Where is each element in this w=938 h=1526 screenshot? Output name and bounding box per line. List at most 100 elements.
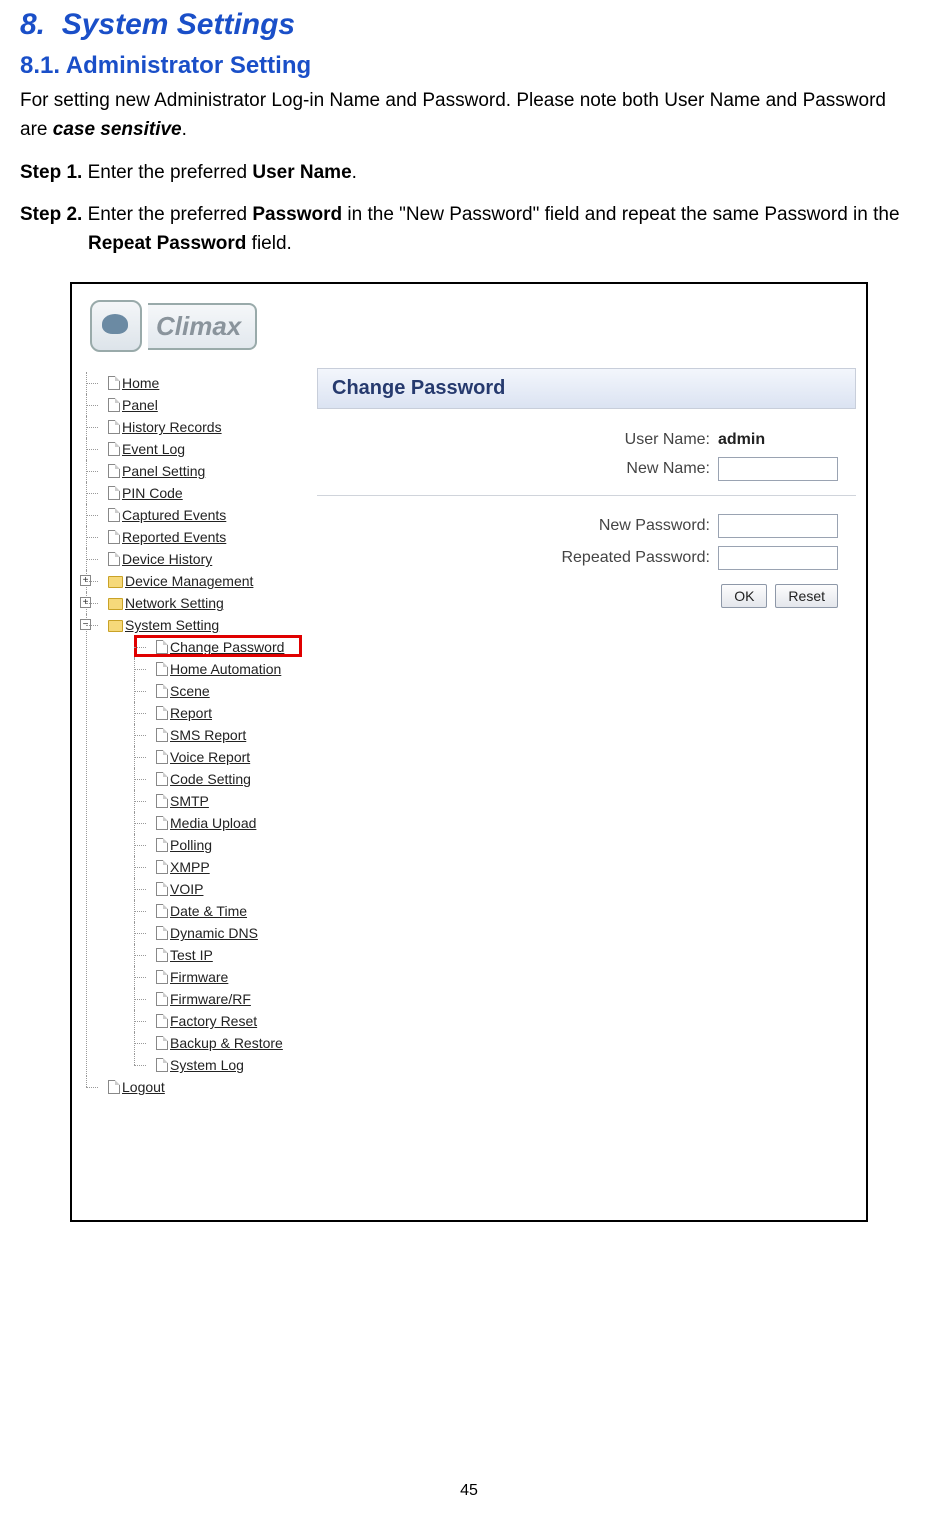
nav-home-automation-label: Home Automation [170,661,281,677]
nav-dynamic-dns[interactable]: Dynamic DNS [108,922,317,944]
step-2-label: Step 2. [20,204,82,225]
new-name-input[interactable] [718,457,838,481]
nav-xmpp[interactable]: XMPP [108,856,317,878]
nav-factory-reset[interactable]: Factory Reset [108,1010,317,1032]
nav-smtp-label: SMTP [170,793,209,809]
nav-system-log[interactable]: System Log [108,1054,317,1076]
file-icon [156,926,168,940]
nav-pin-code-label: PIN Code [122,485,183,501]
step-2-text-a: Enter the preferred [82,204,252,225]
nav-system-setting[interactable]: −System Setting Change Password Home Aut… [80,614,317,1076]
file-icon [156,794,168,808]
title-number: 8. [20,8,45,41]
nav-test-ip[interactable]: Test IP [108,944,317,966]
nav-firmware-label: Firmware [170,969,228,985]
file-icon [156,816,168,830]
file-icon [156,904,168,918]
nav-report-label: Report [170,705,212,721]
file-icon [156,838,168,852]
nav-polling-label: Polling [170,837,212,853]
nav-media-upload[interactable]: Media Upload [108,812,317,834]
expander-plus-icon[interactable]: + [80,575,91,586]
nav-test-ip-label: Test IP [170,947,213,963]
nav-dynamic-dns-label: Dynamic DNS [170,925,258,941]
nav-smtp[interactable]: SMTP [108,790,317,812]
expander-minus-icon[interactable]: − [80,619,91,630]
nav-logout[interactable]: Logout [80,1076,317,1098]
nav-change-password[interactable]: Change Password [108,636,317,658]
nav-change-password-label: Change Password [170,639,284,655]
file-icon [156,640,168,654]
nav-device-history-label: Device History [122,551,212,567]
nav-logout-label: Logout [122,1079,165,1095]
nav-home-automation[interactable]: Home Automation [108,658,317,680]
nav-scene-label: Scene [170,683,210,699]
expander-plus-icon[interactable]: + [80,597,91,608]
user-name-value: admin [718,431,838,449]
file-icon [156,948,168,962]
nav-panel-label: Panel [122,397,158,413]
reset-button[interactable]: Reset [775,584,838,608]
nav-code-setting[interactable]: Code Setting [108,768,317,790]
file-icon [156,706,168,720]
nav-report[interactable]: Report [108,702,317,724]
nav-date-time[interactable]: Date & Time [108,900,317,922]
nav-backup-restore[interactable]: Backup & Restore [108,1032,317,1054]
button-row: OK Reset [317,574,856,608]
nav-xmpp-label: XMPP [170,859,210,875]
nav-voice-report-label: Voice Report [170,749,250,765]
nav-reported-events[interactable]: Reported Events [80,526,317,548]
doc-section-title: 8. System Settings [20,8,918,42]
nav-reported-events-label: Reported Events [122,529,226,545]
logo-bar: Climax [72,284,866,368]
nav-panel[interactable]: Panel [80,394,317,416]
nav-sms-report-label: SMS Report [170,727,246,743]
file-icon [108,552,120,566]
nav-device-management[interactable]: +Device Management [80,570,317,592]
file-icon [156,1058,168,1072]
nav-sidebar: Home Panel History Records Event Log Pan… [72,368,317,1220]
new-name-row: New Name: [317,453,856,485]
nav-firmware-rf[interactable]: Firmware/RF [108,988,317,1010]
file-icon [108,1080,120,1094]
nav-device-history[interactable]: Device History [80,548,317,570]
file-icon [156,684,168,698]
file-icon [156,1036,168,1050]
nav-event-log-label: Event Log [122,441,185,457]
climax-logo-icon [90,300,142,352]
nav-captured-events[interactable]: Captured Events [80,504,317,526]
nav-event-log[interactable]: Event Log [80,438,317,460]
nav-history-records[interactable]: History Records [80,416,317,438]
nav-voice-report[interactable]: Voice Report [108,746,317,768]
step-2-text-c: in the "New Password" field and repeat t… [342,204,899,225]
file-icon [108,442,120,456]
embedded-screenshot: Climax Home Panel History Records Event … [70,282,868,1222]
panel-title: Change Password [317,368,856,409]
step-2: Step 2. Enter the preferred Password in … [20,201,918,258]
new-password-input[interactable] [718,514,838,538]
nav-voip[interactable]: VOIP [108,878,317,900]
repeated-password-input[interactable] [718,546,838,570]
step-2-bold-1: Password [252,204,342,225]
file-icon [156,992,168,1006]
nav-system-log-label: System Log [170,1057,244,1073]
new-password-row: New Password: [317,510,856,542]
user-name-row: User Name: admin [317,427,856,453]
step-2-text-e: field. [246,233,291,254]
nav-home[interactable]: Home [80,372,317,394]
nav-polling[interactable]: Polling [108,834,317,856]
nav-scene[interactable]: Scene [108,680,317,702]
new-name-label: New Name: [626,460,710,478]
intro-text-2: . [182,119,187,140]
nav-pin-code[interactable]: PIN Code [80,482,317,504]
user-name-label: User Name: [625,431,710,449]
nav-panel-setting[interactable]: Panel Setting [80,460,317,482]
nav-sms-report[interactable]: SMS Report [108,724,317,746]
folder-icon [108,576,123,588]
nav-date-time-label: Date & Time [170,903,247,919]
nav-media-upload-label: Media Upload [170,815,256,831]
ok-button[interactable]: OK [721,584,767,608]
nav-network-setting[interactable]: +Network Setting [80,592,317,614]
step-1-text-a: Enter the preferred [82,162,252,183]
nav-firmware[interactable]: Firmware [108,966,317,988]
